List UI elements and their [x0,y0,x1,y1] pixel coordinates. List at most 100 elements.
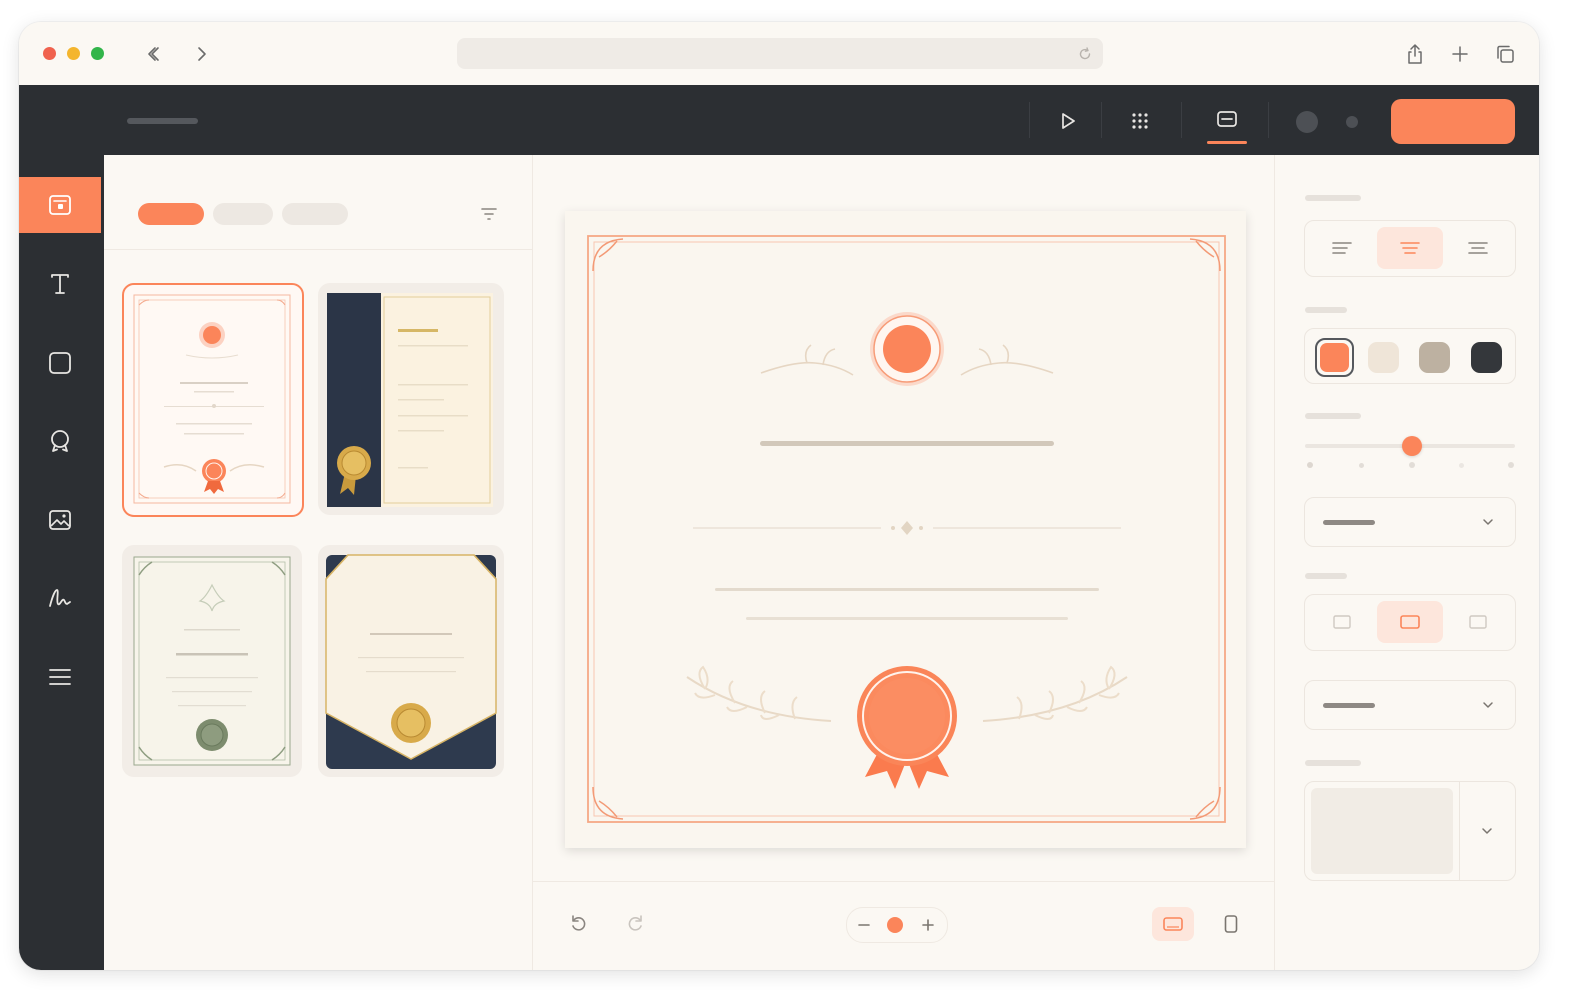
align-right-button[interactable] [1445,227,1511,269]
chevron-left-icon [148,47,159,61]
sidebar-item-templates[interactable] [19,177,101,233]
zoom-window-button[interactable] [91,47,104,60]
tab-overview-button[interactable] [1492,40,1518,68]
avatar[interactable] [1296,111,1318,133]
align-left-button[interactable] [1309,227,1375,269]
template-card-green-botanical[interactable] [122,545,302,777]
panel-divider [104,249,532,250]
address-bar[interactable] [457,38,1103,69]
texture-preview [1311,788,1453,874]
swatch-fill [1320,343,1349,372]
menu-icon [49,669,71,685]
back-button[interactable] [139,40,167,68]
font-dropdown[interactable] [1304,497,1516,547]
template-thumbnail [325,554,497,769]
layout-view-button[interactable] [1207,101,1247,137]
document-title[interactable] [127,118,198,124]
swatch-charcoal[interactable] [1471,342,1502,373]
chevron-down-icon [1483,519,1493,525]
slider-tick [1307,462,1313,468]
sidebar-item-signature[interactable] [19,570,101,626]
close-window-button[interactable] [43,47,56,60]
forward-button[interactable] [187,40,215,68]
slider-tick [1459,463,1464,468]
zoom-level-indicator[interactable] [887,917,903,933]
signature-icon [49,589,71,607]
image-icon [49,510,71,530]
frame-single-icon [1400,615,1420,629]
primary-action-button[interactable] [1391,99,1515,144]
minimize-window-button[interactable] [67,47,80,60]
toolbar-divider [1268,102,1269,138]
background-texture-picker[interactable] [1304,781,1516,881]
zoom-out-button[interactable] [851,912,877,938]
dropdown-value [1323,703,1375,708]
template-card-navy-gold[interactable] [318,545,504,777]
sidebar-item-shapes[interactable] [19,335,101,391]
swatch-cream[interactable] [1368,342,1399,373]
chevron-down-icon [1483,702,1493,708]
canvas-area [532,155,1274,970]
filter-chip-3[interactable] [282,203,348,225]
section-label-border [1305,573,1347,579]
slider-tick [1508,462,1514,468]
filter-chip-2[interactable] [213,203,273,225]
swatch-coral[interactable] [1315,338,1354,377]
chevron-right-icon [198,47,206,61]
style-dropdown[interactable] [1304,680,1516,730]
preview-button[interactable] [1049,103,1087,139]
share-button[interactable] [1402,40,1428,68]
landscape-icon [1163,917,1183,931]
redo-icon [628,915,642,931]
reload-icon [1079,47,1091,60]
shape-icon [49,352,71,374]
slider-tick [1409,462,1415,468]
section-label-alignment [1305,195,1361,201]
undo-button[interactable] [565,910,593,938]
grid-view-button[interactable] [1121,103,1159,139]
editor-workspace [104,155,1539,970]
templates-icon [49,195,71,215]
status-dot [1346,116,1358,128]
template-card-navy-sidebar[interactable] [318,283,504,515]
sidebar-item-images[interactable] [19,492,101,548]
swatch-taupe[interactable] [1419,342,1450,373]
share-icon [1408,44,1422,64]
dropdown-value [1323,520,1375,525]
portrait-icon [1224,915,1238,933]
zoom-out-icon [858,924,870,926]
properties-panel [1274,155,1539,970]
new-tab-button[interactable] [1447,40,1473,68]
align-center-icon [1400,242,1420,254]
filter-button[interactable] [478,203,500,225]
text-icon [51,274,69,294]
align-left-icon [1332,242,1352,254]
filter-chip-1[interactable] [138,203,204,225]
landscape-orientation-button[interactable] [1152,907,1194,941]
section-label-background [1305,760,1361,766]
sidebar-item-menu[interactable] [19,649,101,705]
active-view-indicator [1207,141,1247,144]
toolbar-divider [1101,102,1102,138]
size-slider-handle[interactable] [1402,436,1422,456]
align-center-button[interactable] [1377,227,1443,269]
chevron-down-icon [1482,828,1492,834]
border-single-button[interactable] [1377,601,1443,643]
reload-button[interactable] [1075,44,1095,64]
template-panel [104,155,533,970]
app-toolbar [19,85,1539,155]
zoom-control [846,907,948,943]
certificate-design [587,235,1226,823]
template-thumbnail [327,293,493,507]
template-card-classic-coral[interactable] [122,283,304,517]
sidebar-item-text[interactable] [19,256,101,312]
zoom-in-button[interactable] [915,912,941,938]
frame-none-icon [1333,615,1351,629]
portrait-orientation-button[interactable] [1214,907,1248,941]
border-thin-button[interactable] [1445,601,1511,643]
toolbar-divider [1181,102,1182,138]
certificate-canvas[interactable] [565,211,1246,848]
redo-button[interactable] [621,910,649,938]
border-none-button[interactable] [1309,601,1375,643]
sidebar-item-badges[interactable] [19,413,101,469]
